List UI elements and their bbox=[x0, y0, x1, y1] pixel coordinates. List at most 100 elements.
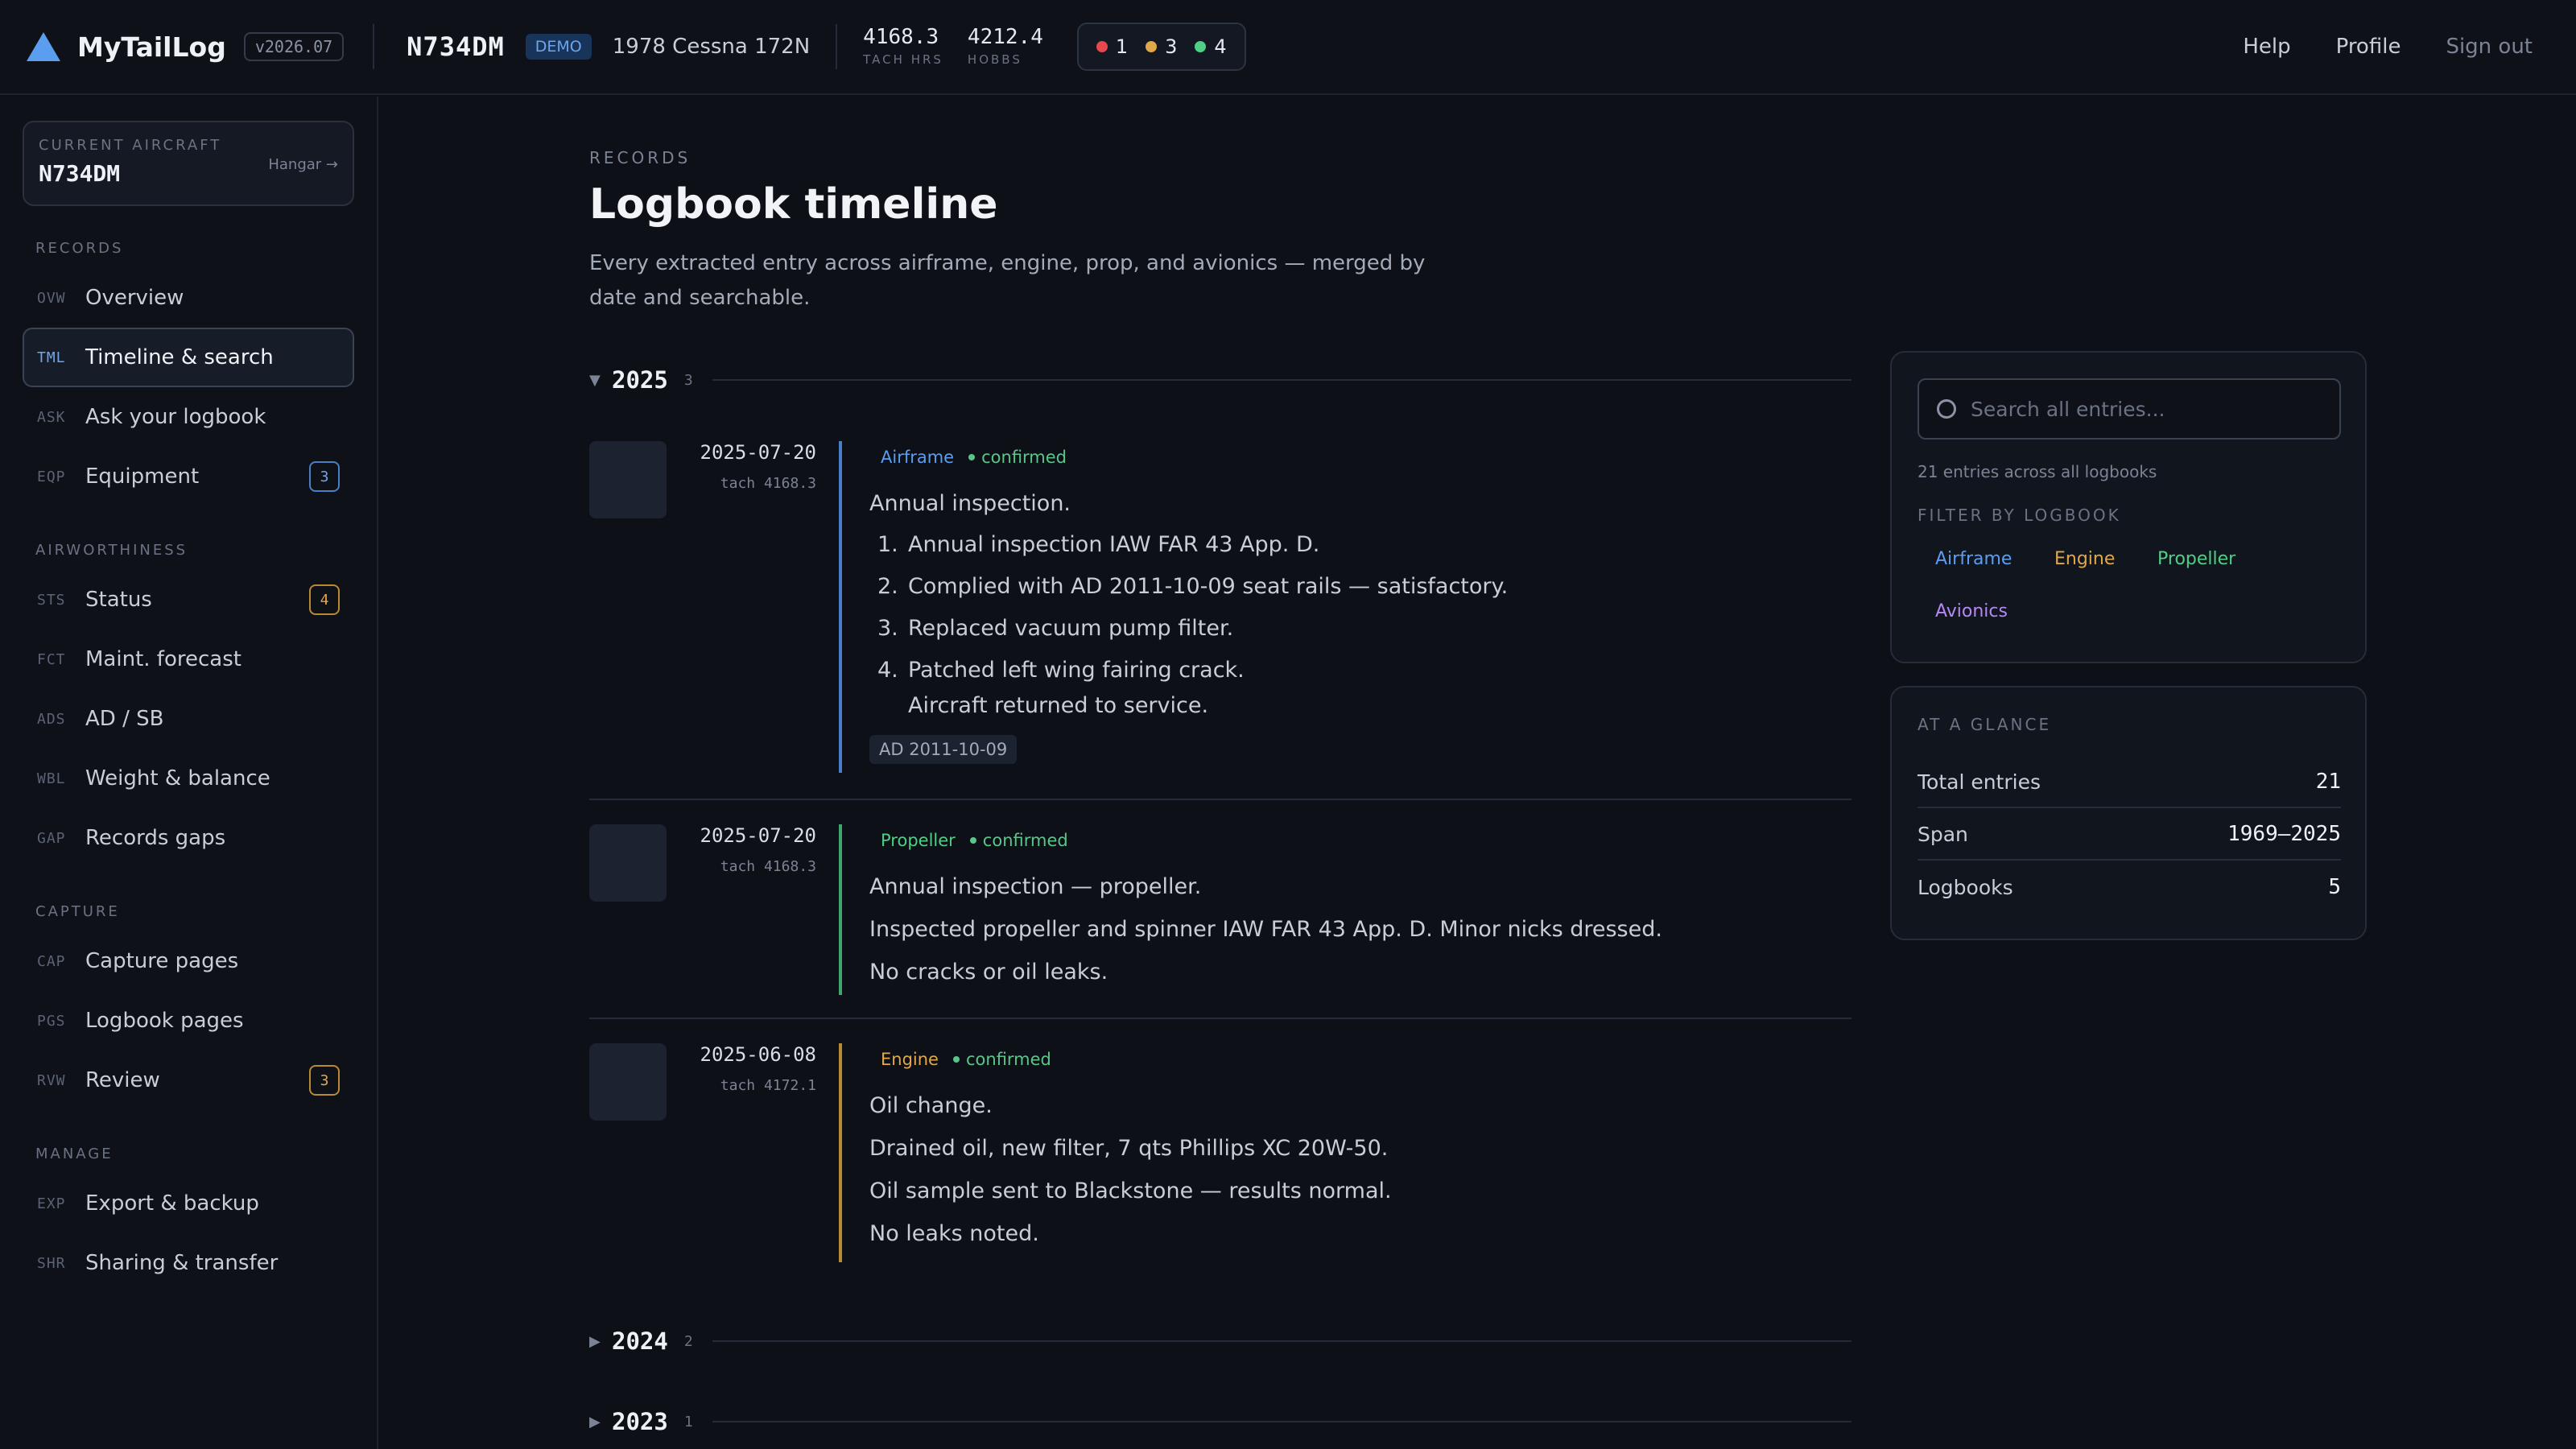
page-description: Every extracted entry across airframe, e… bbox=[589, 251, 1426, 310]
demo-badge: DEMO bbox=[525, 34, 592, 60]
status-text: confirmed bbox=[981, 448, 1067, 467]
sidebar-item-logbook-pages[interactable]: PGS Logbook pages bbox=[23, 991, 354, 1051]
current-aircraft-card[interactable]: CURRENT AIRCRAFT N734DM Hangar → bbox=[23, 121, 354, 206]
year-group-2025[interactable]: ▼ 2025 3 bbox=[589, 364, 1852, 396]
chevron-right-icon: ▶ bbox=[589, 1332, 601, 1350]
status-red-count: 1 bbox=[1115, 35, 1129, 58]
section-records: RECORDS bbox=[35, 240, 124, 257]
glance-row-total: Total entries 21 bbox=[1918, 757, 2341, 808]
entry-date: 2025-07-20 bbox=[700, 441, 817, 464]
sidebar-item-ad-sb[interactable]: ADS AD / SB bbox=[23, 689, 354, 749]
sidebar-item-equipment[interactable]: EQP Equipment 3 bbox=[23, 447, 354, 506]
entry-body: Propeller confirmed Annual inspection — … bbox=[869, 824, 1835, 985]
nav-label: Maint. forecast bbox=[85, 647, 242, 671]
entry-body: Engine confirmed Oil change. Drained oil… bbox=[869, 1043, 1835, 1246]
status-green: 4 bbox=[1195, 35, 1227, 58]
entry-count: 21 entries across all logbooks bbox=[1918, 462, 2157, 481]
nav-label: Weight & balance bbox=[85, 766, 270, 791]
filter-label: FILTER BY LOGBOOK bbox=[1918, 506, 2121, 525]
ad-reference-chip[interactable]: AD 2011-10-09 bbox=[869, 735, 1018, 764]
nav-label: Sharing & transfer bbox=[85, 1251, 279, 1275]
section-manage: MANAGE bbox=[35, 1146, 114, 1162]
year-divider bbox=[712, 379, 1852, 381]
year-divider bbox=[712, 1421, 1852, 1422]
page-thumbnail[interactable] bbox=[589, 824, 667, 902]
nav-code: GAP bbox=[37, 829, 66, 847]
timeline-entry[interactable]: 2025-06-08 tach 4172.1 Engine confirmed … bbox=[589, 1043, 1852, 1285]
list-text: Complied with AD 2011-10-09 seat rails —… bbox=[908, 574, 1509, 599]
hangar-link[interactable]: Hangar → bbox=[268, 156, 338, 173]
search-box[interactable] bbox=[1918, 378, 2341, 440]
page-thumbnail[interactable] bbox=[589, 441, 667, 518]
list-item: 1. Annual inspection IAW FAR 43 App. D. bbox=[869, 532, 1835, 558]
confirmed-dot-icon bbox=[952, 1056, 960, 1063]
red-dot-icon bbox=[1096, 41, 1108, 52]
signout-link[interactable]: Sign out bbox=[2446, 35, 2533, 59]
status-text: confirmed bbox=[965, 1050, 1051, 1069]
entry-text: Oil change. Drained oil, new filter, 7 q… bbox=[869, 1093, 1835, 1246]
status-summary[interactable]: 1 3 4 bbox=[1076, 23, 1246, 71]
list-item: 3. Replaced vacuum pump filter. bbox=[869, 616, 1835, 642]
hobbs-value: 4212.4 bbox=[967, 25, 1043, 49]
nav-label: Overview bbox=[85, 286, 184, 310]
filter-avionics[interactable]: Avionics bbox=[1935, 601, 2008, 621]
nav-code: EXP bbox=[37, 1195, 66, 1212]
chevron-right-icon: ▶ bbox=[589, 1413, 601, 1430]
entry-text: Annual inspection. 1. Annual inspection I… bbox=[869, 491, 1835, 764]
confirmed-dot-icon bbox=[968, 454, 976, 460]
list-text: Patched left wing fairing crack. bbox=[908, 658, 1245, 683]
sidebar-item-records-gaps[interactable]: GAP Records gaps bbox=[23, 808, 354, 868]
sidebar-item-status[interactable]: STS Status 4 bbox=[23, 570, 354, 630]
chevron-down-icon: ▼ bbox=[589, 371, 601, 389]
aircraft-model: 1978 Cessna 172N bbox=[612, 35, 811, 59]
profile-link[interactable]: Profile bbox=[2336, 35, 2401, 59]
logbook-color-bar bbox=[839, 824, 842, 995]
timeline-entry[interactable]: 2025-07-20 tach 4168.3 Propeller confirm… bbox=[589, 824, 1852, 1019]
nav-label: Logbook pages bbox=[85, 1009, 244, 1033]
sidebar-item-timeline[interactable]: TML Timeline & search bbox=[23, 328, 354, 387]
sidebar-item-forecast[interactable]: FCT Maint. forecast bbox=[23, 630, 354, 689]
status-amber-count: 3 bbox=[1165, 35, 1178, 58]
list-text: Annual inspection IAW FAR 43 App. D. bbox=[908, 532, 1320, 557]
entry-tach: tach 4168.3 bbox=[720, 858, 816, 875]
sidebar-item-capture[interactable]: CAP Capture pages bbox=[23, 931, 354, 991]
nav-code: OVW bbox=[37, 289, 66, 307]
filter-airframe[interactable]: Airframe bbox=[1935, 549, 2012, 569]
top-links: Help Profile Sign out bbox=[2243, 35, 2533, 59]
timeline-entry[interactable]: 2025-07-20 tach 4168.3 Airframe confirme… bbox=[589, 441, 1852, 800]
amber-dot-icon bbox=[1146, 41, 1158, 52]
filter-propeller[interactable]: Propeller bbox=[2157, 549, 2235, 569]
sidebar-item-weight-balance[interactable]: WBL Weight & balance bbox=[23, 749, 354, 808]
entry-line: Inspected propeller and spinner IAW FAR … bbox=[869, 917, 1662, 942]
year-divider bbox=[712, 1340, 1852, 1342]
sidebar-item-export[interactable]: EXP Export & backup bbox=[23, 1174, 354, 1233]
logo-icon bbox=[27, 32, 60, 61]
year-group-2023[interactable]: ▶ 2023 1 bbox=[589, 1406, 1852, 1438]
sidebar-item-sharing[interactable]: SHR Sharing & transfer bbox=[23, 1233, 354, 1293]
entry-title: Annual inspection. bbox=[869, 491, 1071, 516]
nav-code: STS bbox=[37, 591, 66, 609]
count-badge: 4 bbox=[309, 584, 340, 615]
entry-text: Annual inspection — propeller. Inspected… bbox=[869, 874, 1835, 985]
green-dot-icon bbox=[1195, 41, 1207, 52]
entry-date: 2025-06-08 bbox=[700, 1043, 817, 1066]
sidebar-item-review[interactable]: RVW Review 3 bbox=[23, 1051, 354, 1110]
count-badge: 3 bbox=[309, 461, 340, 492]
filter-engine[interactable]: Engine bbox=[2054, 549, 2115, 569]
search-panel: 21 entries across all logbooks FILTER BY… bbox=[1890, 351, 2367, 663]
glance-value: 1969–2025 bbox=[2227, 822, 2341, 846]
sidebar-item-ask[interactable]: ASK Ask your logbook bbox=[23, 387, 354, 447]
entry-line: No cracks or oil leaks. bbox=[869, 960, 1108, 985]
entry-tach: tach 4172.1 bbox=[720, 1077, 816, 1094]
sidebar-item-overview[interactable]: OVW Overview bbox=[23, 268, 354, 328]
glance-value: 21 bbox=[2315, 770, 2341, 794]
list-num: 1. bbox=[877, 532, 898, 557]
logbook-color-bar bbox=[839, 1043, 842, 1262]
year-group-2024[interactable]: ▶ 2024 2 bbox=[589, 1325, 1852, 1357]
page-thumbnail[interactable] bbox=[589, 1043, 667, 1121]
search-input[interactable] bbox=[1971, 397, 2322, 421]
status-text: confirmed bbox=[982, 831, 1068, 850]
help-link[interactable]: Help bbox=[2243, 35, 2290, 59]
glance-key: Logbooks bbox=[1918, 875, 2013, 899]
logbook-color-bar bbox=[839, 441, 842, 773]
